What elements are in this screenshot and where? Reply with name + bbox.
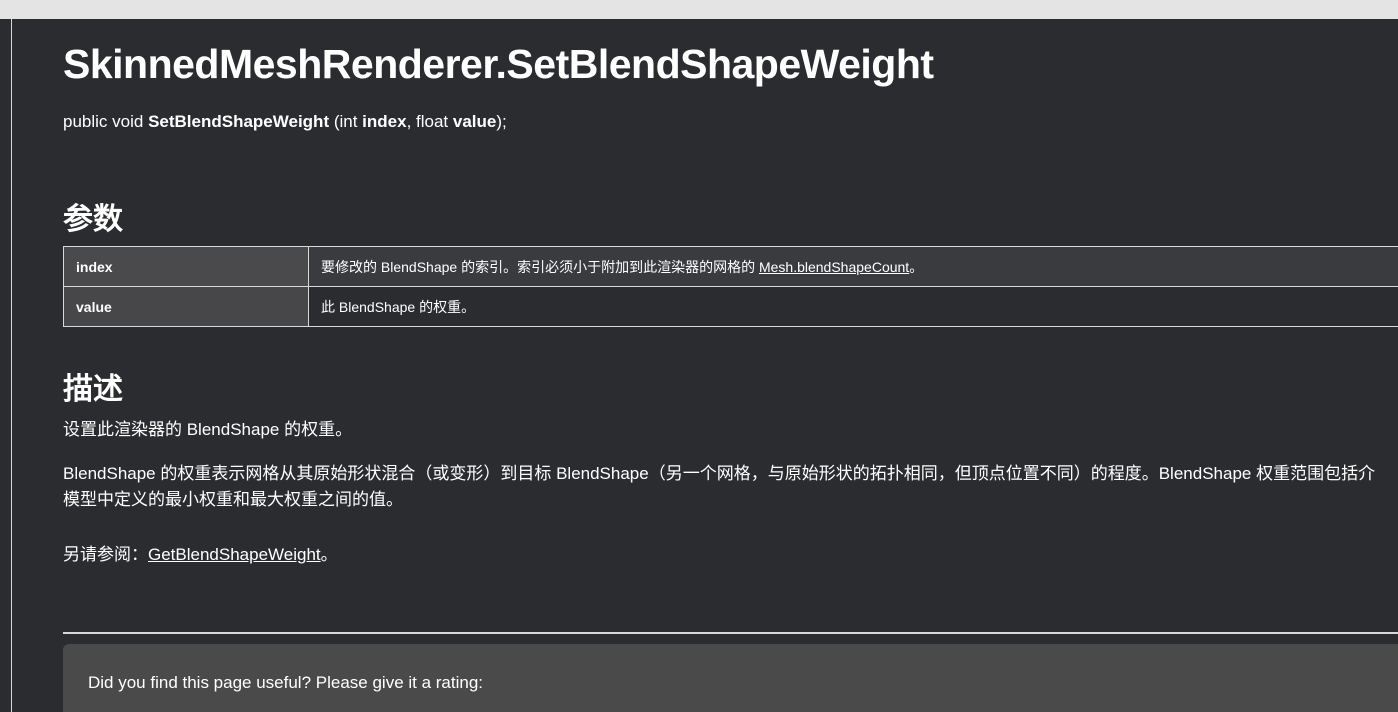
main-content: SkinnedMeshRenderer.SetBlendShapeWeight … (63, 19, 1398, 712)
feedback-prompt: Did you find this page useful? Please gi… (88, 673, 484, 692)
see-also-suffix: 。 (320, 545, 338, 564)
feedback-panel: Did you find this page useful? Please gi… (63, 644, 1398, 712)
signature-sep: , float (406, 112, 453, 131)
signature-param-index: index (362, 112, 407, 131)
param-description: 要修改的 BlendShape 的索引。索引必须小于附加到此渲染器的网格的 Me… (308, 246, 1398, 287)
see-also: 另请参阅：GetBlendShapeWeight。 (63, 542, 338, 568)
description-body: BlendShape 的权重表示网格从其原始形状混合（或变形）到目标 Blend… (63, 461, 1375, 513)
browser-top-bar (0, 0, 1398, 19)
description-body-line1: BlendShape 的权重表示网格从其原始形状混合（或变形）到目标 Blend… (63, 464, 1376, 483)
parameters-table: index 要修改的 BlendShape 的索引。索引必须小于附加到此渲染器的… (63, 246, 1398, 327)
param-name: value (63, 286, 309, 327)
signature-prefix: public void (63, 112, 149, 131)
description-body-line2: 模型中定义的最小权重和最大权重之间的值。 (63, 490, 403, 509)
param-desc-text: 要修改的 BlendShape 的索引。索引必须小于附加到此渲染器的网格的 (321, 258, 759, 275)
param-name: index (63, 246, 309, 287)
blendshapecount-link[interactable]: Mesh.blendShapeCount (759, 259, 909, 275)
getblendshapeweight-link[interactable]: GetBlendShapeWeight (148, 545, 321, 564)
section-divider (63, 632, 1398, 634)
method-signature: public void SetBlendShapeWeight (int ind… (63, 112, 507, 132)
signature-open: (int (329, 112, 363, 131)
description-summary: 设置此渲染器的 BlendShape 的权重。 (63, 420, 353, 439)
page-title: SkinnedMeshRenderer.SetBlendShapeWeight (63, 41, 934, 87)
signature-param-value: value (452, 112, 497, 131)
signature-close: ); (496, 112, 507, 131)
param-description: 此 BlendShape 的权重。 (308, 286, 1398, 327)
table-row: value 此 BlendShape 的权重。 (63, 286, 1398, 327)
table-row: index 要修改的 BlendShape 的索引。索引必须小于附加到此渲染器的… (63, 246, 1398, 287)
signature-method: SetBlendShapeWeight (148, 112, 330, 131)
parameters-heading: 参数 (63, 203, 123, 236)
param-desc-suffix: 。 (909, 258, 924, 275)
description-heading: 描述 (63, 373, 123, 406)
see-also-label: 另请参阅： (63, 545, 148, 564)
left-rail (0, 19, 12, 712)
